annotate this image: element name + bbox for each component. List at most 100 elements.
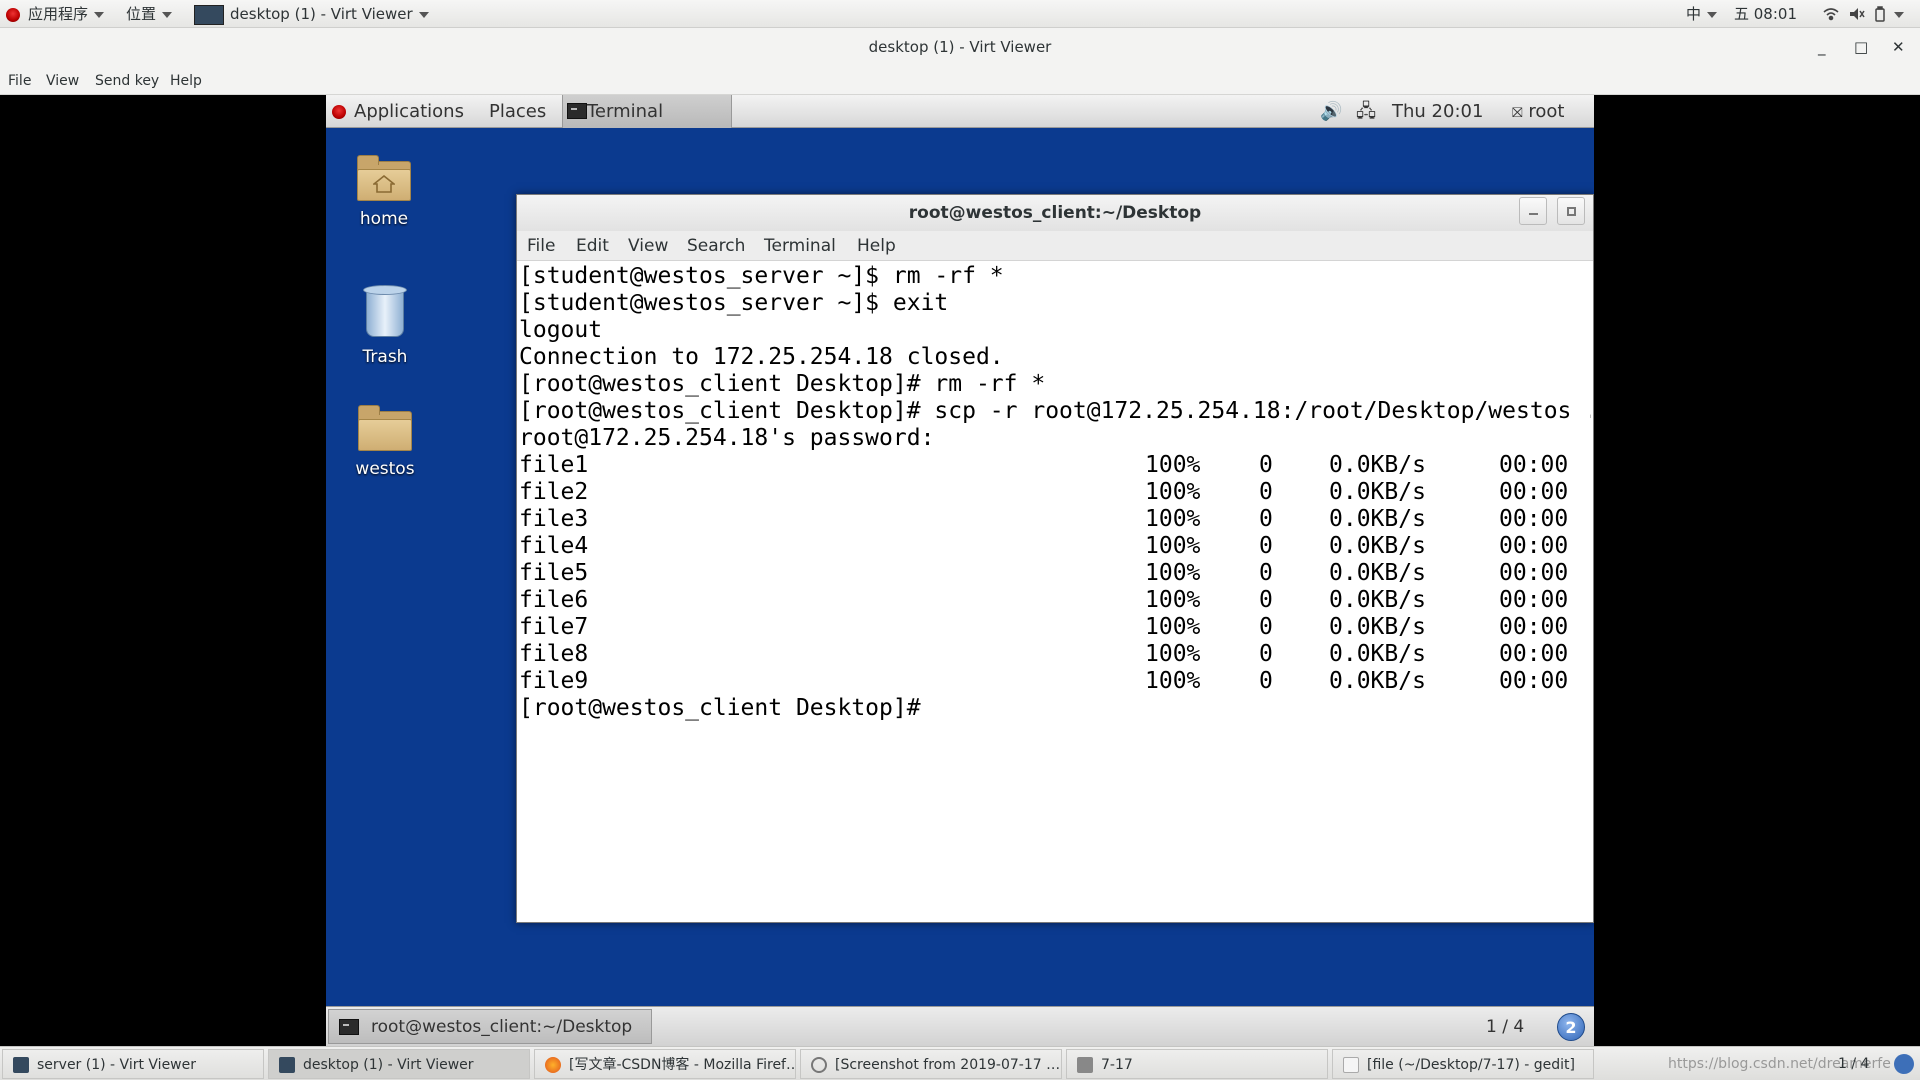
terminal-menu-edit[interactable]: Edit	[576, 231, 609, 261]
guest-volume-icon[interactable]: 🔊	[1320, 95, 1342, 128]
help-badge-icon[interactable]: 2	[1557, 1013, 1585, 1041]
host-applications-menu[interactable]: 应用程序	[6, 0, 105, 28]
terminal-line: root@172.25.254.18's password:	[519, 425, 935, 451]
transfer-row: file3 100% 0 0.0KB/s 00:00	[519, 506, 1591, 533]
terminal-line: [student@westos_server ~]$ exit	[519, 290, 949, 316]
terminal-menu-view[interactable]: View	[628, 231, 668, 261]
transfer-size: 0	[1259, 452, 1273, 478]
guest-applications-menu[interactable]: Applications	[332, 95, 464, 128]
guest-bottom-panel: root@westos_client:~/Desktop 1 / 4 2	[326, 1006, 1594, 1046]
host-applications-label: 应用程序	[28, 5, 89, 23]
guest-clock[interactable]: Thu 20:01	[1392, 95, 1483, 128]
viewer-title-bar: desktop (1) - Virt Viewer _ □ ✕	[0, 28, 1920, 67]
desktop-icon-home[interactable]: home	[334, 155, 434, 229]
virt-viewer-icon	[13, 1057, 29, 1073]
terminal-menu-terminal[interactable]: Terminal	[764, 231, 836, 261]
transfer-size: 0	[1259, 506, 1273, 532]
home-folder-icon	[357, 155, 411, 201]
transfer-file: file2	[519, 479, 589, 505]
transfer-size: 0	[1259, 533, 1273, 559]
terminal-menu-bar: File Edit View Search Terminal Help	[517, 231, 1593, 261]
transfer-row: file2 100% 0 0.0KB/s 00:00	[519, 479, 1591, 506]
taskbar-item-server-viewer[interactable]: server (1) - Virt Viewer	[2, 1049, 264, 1079]
transfer-rate: 0.0KB/s	[1329, 506, 1426, 532]
transfer-file: file9	[519, 668, 589, 694]
taskbar-item-desktop-viewer[interactable]: desktop (1) - Virt Viewer	[268, 1049, 530, 1079]
host-top-panel: 应用程序 位置 desktop (1) - Virt Viewer 中 五 08…	[0, 0, 1920, 28]
maximize-icon[interactable]: □	[1854, 28, 1868, 67]
desktop-icon-westos[interactable]: westos	[335, 405, 435, 479]
transfer-percent: 100%	[1145, 614, 1201, 640]
guest-network-icon[interactable]: 🖧	[1356, 95, 1376, 128]
transfer-percent: 100%	[1145, 452, 1201, 478]
guest-user-menu[interactable]: ⛝ root	[1512, 95, 1564, 130]
host-active-window-menu[interactable]: desktop (1) - Virt Viewer	[194, 0, 429, 28]
image-viewer-icon	[811, 1057, 827, 1073]
taskbar-item-gedit[interactable]: [file (~/Desktop/7-17) - gedit]	[1332, 1049, 1594, 1079]
redhat-logo-icon	[6, 7, 20, 22]
chevron-down-icon	[162, 11, 173, 18]
transfer-rate: 0.0KB/s	[1329, 560, 1426, 586]
transfer-time: 00:00	[1499, 668, 1569, 694]
terminal-minimize-button[interactable]	[1519, 197, 1547, 225]
close-icon[interactable]: ✕	[1892, 28, 1905, 67]
host-status-area[interactable]	[1816, 0, 1912, 28]
transfer-file: file7	[519, 614, 589, 640]
terminal-icon	[567, 103, 587, 119]
guest-bottom-terminal-task[interactable]: root@westos_client:~/Desktop	[328, 1009, 652, 1044]
terminal-window[interactable]: root@westos_client:~/Desktop File Edit V…	[516, 194, 1594, 923]
transfer-time: 00:00	[1499, 506, 1569, 532]
terminal-line: logout	[519, 317, 603, 343]
folder-icon	[358, 405, 412, 451]
notification-icon[interactable]	[1894, 1054, 1914, 1074]
host-places-menu[interactable]: 位置	[126, 0, 173, 28]
desktop-icon-trash[interactable]: Trash	[335, 285, 435, 367]
desktop-icon-label: westos	[355, 459, 415, 479]
transfer-rate: 0.0KB/s	[1329, 641, 1426, 667]
terminal-line: Connection to 172.25.254.18 closed.	[519, 344, 1004, 370]
terminal-line: [root@westos_client Desktop]# scp -r roo…	[519, 398, 1591, 424]
guest-user-label: root	[1528, 101, 1565, 122]
taskbar-item-screenshot[interactable]: [Screenshot from 2019-07-17 …	[800, 1049, 1062, 1079]
terminal-menu-search[interactable]: Search	[687, 231, 745, 261]
transfer-rate: 0.0KB/s	[1329, 452, 1426, 478]
terminal-title: root@westos_client:~/Desktop	[908, 203, 1202, 223]
guest-terminal-task-label: Terminal	[587, 101, 664, 122]
transfer-percent: 100%	[1145, 560, 1201, 586]
input-method-indicator[interactable]: 中	[1686, 0, 1718, 28]
taskbar-item-firefox[interactable]: [写文章-CSDN博客 - Mozilla Firef…	[534, 1049, 796, 1079]
terminal-menu-file[interactable]: File	[527, 231, 555, 261]
terminal-icon	[339, 1019, 359, 1035]
terminal-prompt[interactable]: [root@westos_client Desktop]#	[519, 695, 921, 722]
terminal-menu-help[interactable]: Help	[857, 231, 896, 261]
transfer-percent: 100%	[1145, 479, 1201, 505]
guest-terminal-task[interactable]: Terminal	[562, 95, 732, 128]
transfer-time: 00:00	[1499, 614, 1569, 640]
viewer-title: desktop (1) - Virt Viewer	[868, 38, 1052, 56]
host-workspace-pager[interactable]: 1 / 4	[1838, 1047, 1869, 1080]
maximize-icon	[1567, 207, 1576, 216]
guest-workspace-pager[interactable]: 1 / 4	[1486, 1007, 1524, 1046]
terminal-title-bar[interactable]: root@westos_client:~/Desktop	[517, 195, 1593, 231]
transfer-file: file4	[519, 533, 589, 559]
battery-icon	[1875, 6, 1885, 22]
viewer-menu-file[interactable]: File	[8, 67, 31, 95]
transfer-size: 0	[1259, 560, 1273, 586]
user-icon: ⛝	[1512, 105, 1523, 121]
viewer-menu-help[interactable]: Help	[170, 67, 202, 95]
terminal-maximize-button[interactable]	[1557, 197, 1585, 225]
gedit-icon	[1343, 1057, 1359, 1073]
taskbar-item-file-manager[interactable]: 7-17	[1066, 1049, 1328, 1079]
guest-display[interactable]: Applications Places Terminal 🔊 🖧 Thu 20:…	[326, 95, 1594, 1046]
minimize-icon[interactable]: _	[1818, 28, 1826, 67]
guest-places-menu[interactable]: Places	[489, 95, 546, 128]
viewer-menu-send-key[interactable]: Send key	[95, 67, 159, 95]
terminal-output[interactable]: [student@westos_server ~]$ rm -rf * [stu…	[519, 263, 1591, 920]
minimize-icon	[1529, 213, 1538, 215]
host-clock[interactable]: 五 08:01	[1734, 0, 1797, 28]
chevron-down-icon	[1707, 11, 1718, 18]
desktop-icon-label: Trash	[362, 347, 408, 367]
viewer-menu-view[interactable]: View	[46, 67, 79, 95]
transfer-rate: 0.0KB/s	[1329, 668, 1426, 694]
transfer-row: file9 100% 0 0.0KB/s 00:00	[519, 668, 1591, 695]
